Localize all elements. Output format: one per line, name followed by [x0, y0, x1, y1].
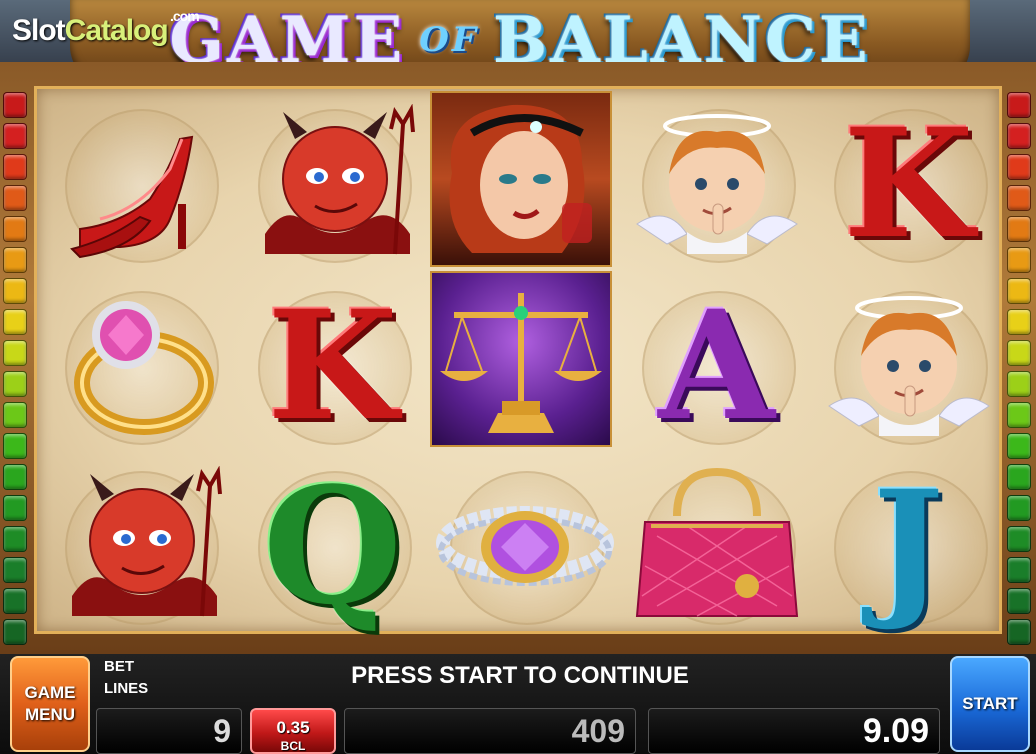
payline-indicator[interactable]: [3, 619, 27, 645]
payline-indicator[interactable]: [1007, 557, 1031, 583]
bet-button[interactable]: 0.35 BCL: [250, 708, 336, 754]
scales-icon: [440, 293, 602, 433]
title-word-of: OF: [419, 20, 480, 60]
symbol-j: J: [812, 455, 1005, 637]
payline-indicator[interactable]: [1007, 464, 1031, 490]
symbol-q: Q: [236, 455, 429, 637]
red-shoe-icon: [69, 135, 193, 259]
symbol-k-middle: K: [236, 275, 429, 457]
symbol-red-shoe: [43, 93, 236, 275]
win-display: 9.09: [648, 708, 940, 754]
payline-indicator[interactable]: [1007, 92, 1031, 118]
letter-a: A: [658, 278, 775, 454]
letter-k: K: [843, 96, 974, 272]
payline-indicator[interactable]: [1007, 402, 1031, 428]
payline-indicator[interactable]: [3, 526, 27, 552]
left-line-indicators: [3, 92, 29, 650]
payline-indicator[interactable]: [1007, 340, 1031, 366]
lines-label: LINES: [104, 680, 149, 697]
symbol-angel: [620, 93, 813, 275]
start-button[interactable]: START: [950, 656, 1030, 752]
payline-indicator[interactable]: [3, 588, 27, 614]
payline-indicator[interactable]: [3, 495, 27, 521]
symbol-ring: [43, 275, 236, 457]
payline-indicator[interactable]: [1007, 371, 1031, 397]
start-label: START: [962, 694, 1018, 713]
symbol-handbag: [620, 455, 813, 637]
payline-indicator[interactable]: [1007, 247, 1031, 273]
symbol-angel-right: [812, 275, 1005, 457]
payline-indicator[interactable]: [3, 216, 27, 242]
symbol-devil-bottom: [43, 455, 236, 637]
payline-indicator[interactable]: [1007, 619, 1031, 645]
letter-j: J: [873, 458, 944, 634]
game-menu-button[interactable]: GAME MENU: [10, 656, 90, 752]
payline-indicator[interactable]: [3, 278, 27, 304]
reel-area: K K A Q J: [34, 86, 1002, 634]
credit-value: 409: [571, 712, 625, 749]
payline-indicator[interactable]: [1007, 309, 1031, 335]
payline-indicator[interactable]: [1007, 588, 1031, 614]
lines-value: 9: [213, 712, 231, 749]
status-message: PRESS START TO CONTINUE: [351, 662, 689, 689]
lady-icon: [449, 104, 592, 253]
payline-indicator[interactable]: [3, 154, 27, 180]
letter-k: K: [267, 278, 398, 454]
payline-indicator[interactable]: [1007, 278, 1031, 304]
payline-indicator[interactable]: [1007, 123, 1031, 149]
payline-indicator[interactable]: [1007, 433, 1031, 459]
symbol-k-top: K: [812, 93, 1005, 275]
payline-indicator[interactable]: [1007, 185, 1031, 211]
credit-display: 409: [344, 708, 636, 754]
devil-icon: [72, 466, 222, 617]
letter-q: Q: [262, 452, 403, 640]
payline-indicator[interactable]: [3, 123, 27, 149]
symbol-devil: [236, 93, 429, 275]
payline-indicator[interactable]: [3, 371, 27, 397]
payline-indicator[interactable]: [3, 309, 27, 335]
bet-label: BET: [104, 658, 134, 675]
lines-display: 9: [96, 708, 242, 754]
payline-indicator[interactable]: [3, 433, 27, 459]
angel-icon: [827, 296, 990, 436]
game-menu-label: GAME MENU: [24, 683, 76, 724]
bet-unit: BCL: [280, 739, 306, 753]
payline-indicator[interactable]: [1007, 526, 1031, 552]
payline-indicator[interactable]: [3, 557, 27, 583]
symbol-a: A: [620, 275, 813, 457]
handbag-icon: [635, 467, 798, 617]
payline-indicator[interactable]: [3, 402, 27, 428]
symbol-lady: [430, 91, 612, 267]
slotcatalog-watermark: SlotCatalog .com: [12, 8, 200, 47]
bracelet-icon: [435, 506, 614, 586]
bet-value: 0.35: [276, 718, 310, 737]
payline-indicator[interactable]: [1007, 154, 1031, 180]
payline-indicator[interactable]: [1007, 216, 1031, 242]
payline-indicator[interactable]: [3, 92, 27, 118]
win-value: 9.09: [862, 711, 929, 750]
symbol-bracelet: [428, 455, 621, 637]
payline-indicator[interactable]: [3, 247, 27, 273]
right-line-indicators: [1007, 92, 1033, 650]
payline-indicator[interactable]: [3, 185, 27, 211]
payline-indicator[interactable]: [3, 464, 27, 490]
angel-icon: [635, 114, 798, 254]
ring-icon: [73, 301, 214, 435]
payline-indicator[interactable]: [1007, 495, 1031, 521]
payline-indicator[interactable]: [3, 340, 27, 366]
devil-icon: [265, 104, 415, 255]
symbol-scales: [430, 271, 612, 447]
